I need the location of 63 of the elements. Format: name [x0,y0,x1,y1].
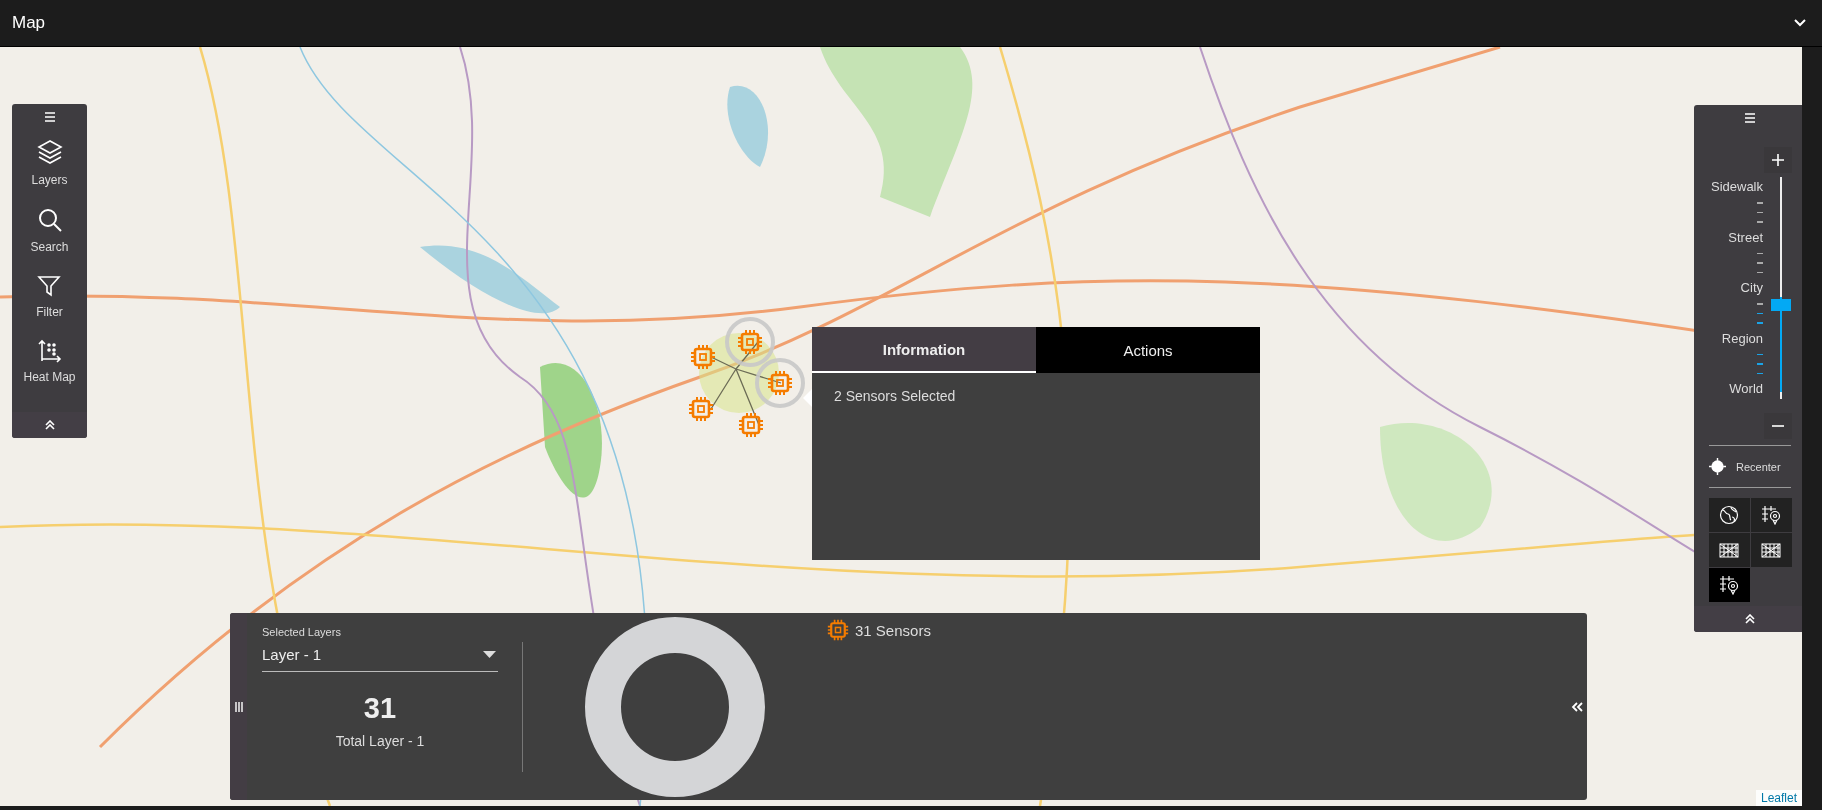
scale-tick [1757,322,1763,324]
menu-icon[interactable] [1744,113,1756,123]
crosshair-icon [1709,458,1726,475]
total-count: 31 [363,692,397,725]
scale-tick [1757,312,1763,314]
zoom-in-button[interactable] [1764,147,1792,173]
zoom-level-label[interactable]: Sidewalk [1710,180,1763,194]
layers-icon [35,138,64,166]
basemap-button[interactable] [1708,533,1750,567]
dropdown-arrow-icon [483,651,496,658]
scale-tick [1757,211,1763,213]
recenter-button[interactable]: Recenter [1709,452,1791,481]
grid-map-icon [1718,541,1740,559]
basemap-button[interactable] [1750,533,1792,567]
toolbar-button[interactable]: Heat Map [23,339,76,384]
attribution-link[interactable]: Leaflet [1755,790,1802,806]
popup-tab[interactable]: Information [812,327,1036,373]
scale-tick [1757,221,1763,223]
globe-icon [1719,505,1739,525]
popup-tab[interactable]: Actions [1036,327,1260,373]
menu-icon[interactable] [43,112,56,122]
grid-map-icon [1760,541,1782,559]
zoom-level-label[interactable]: World [1729,382,1763,396]
scale-tick [1757,202,1763,204]
basemap-button[interactable] [1750,498,1792,532]
grip-icon [234,701,243,712]
scale-tick [1757,252,1763,254]
zoom-level-label[interactable]: Region [1721,331,1763,346]
map-pin-icon [1760,505,1782,525]
scale-tick [1757,363,1763,365]
plus-icon [1772,154,1784,166]
scale-tick [1757,353,1763,355]
toolbar-button[interactable]: Search [30,207,69,254]
chart-axes-icon [37,339,62,363]
basemap-button[interactable] [1708,498,1750,532]
field-label: Selected Layers [262,626,342,638]
zoom-out-button[interactable] [1764,413,1792,439]
toolbar-button[interactable]: Layers [31,138,68,187]
zoom-level-label[interactable]: Street [1728,230,1763,245]
legend-label: 31 Sensors [855,621,931,639]
chip-icon [827,619,849,641]
collapse-icon[interactable] [1745,614,1755,624]
toolbar-button[interactable]: Filter [36,274,63,319]
slider-thumb[interactable] [1771,298,1791,311]
scale-tick [1757,262,1763,264]
page-title: Map [12,13,46,33]
sensor-marker[interactable] [755,358,805,408]
filter-icon [37,274,62,298]
selection-text: 2 Sensors Selected [834,388,956,404]
total-label: Total Layer - 1 [335,733,425,749]
collapse-icon[interactable] [44,420,55,430]
search-icon [36,207,63,233]
layer-dropdown[interactable]: Layer - 1 [262,640,498,672]
scale-tick [1757,303,1763,305]
expand-icon[interactable] [1571,701,1583,712]
panel-handle[interactable] [230,613,247,800]
basemap-button[interactable] [1708,568,1750,602]
scale-tick [1757,271,1763,273]
scale-tick [1757,372,1763,374]
map-pin-icon [1718,575,1740,595]
caret-icon[interactable] [1794,19,1806,27]
sensor-marker[interactable] [725,317,775,367]
zoom-level-label[interactable]: City [1740,281,1763,295]
